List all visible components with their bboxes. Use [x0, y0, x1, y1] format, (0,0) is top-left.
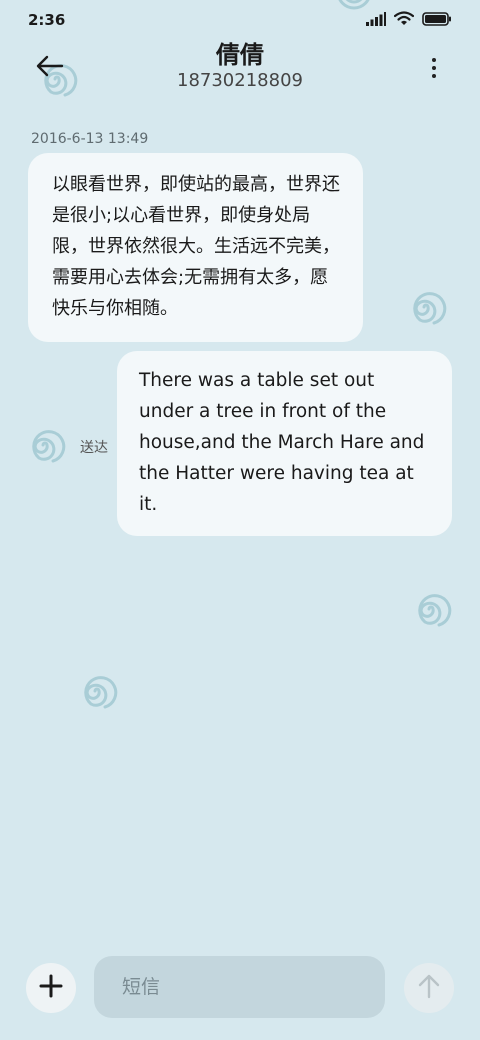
arrow-left-icon — [36, 55, 64, 81]
battery-icon — [422, 11, 452, 30]
contact-number: 18730218809 — [177, 70, 303, 91]
plus-icon — [39, 974, 63, 1002]
swirl-decoration-icon — [24, 424, 66, 466]
contact-title: 倩倩 18730218809 — [90, 40, 390, 92]
status-bar: 2:36 — [0, 0, 480, 40]
outgoing-message-bubble[interactable]: There was a table set out under a tree i… — [117, 351, 452, 536]
sms-input[interactable] — [94, 956, 385, 1018]
incoming-message-bubble[interactable]: 以眼看世界，即使站的最高，世界还是很小;以心看世界，即使身处局限，世界依然很大。… — [28, 153, 363, 342]
signal-icon — [366, 11, 386, 30]
delivery-status: 送达 — [80, 440, 108, 456]
wifi-icon — [393, 10, 415, 30]
status-time: 2:36 — [28, 11, 66, 29]
conversation-header: 倩倩 18730218809 — [0, 40, 480, 100]
send-button[interactable] — [404, 963, 454, 1013]
arrow-up-icon — [417, 973, 441, 1003]
status-icons — [366, 10, 452, 30]
swirl-decoration-icon — [405, 286, 447, 328]
contact-name: 倩倩 — [216, 41, 264, 69]
more-options-button[interactable] — [422, 52, 446, 84]
more-vertical-icon — [432, 58, 436, 62]
swirl-decoration-icon — [76, 670, 118, 712]
back-button[interactable] — [30, 52, 70, 84]
message-timestamp: 2016-6-13 13:49 — [31, 131, 149, 147]
swirl-decoration-icon — [410, 588, 452, 630]
add-attachment-button[interactable] — [26, 963, 76, 1013]
